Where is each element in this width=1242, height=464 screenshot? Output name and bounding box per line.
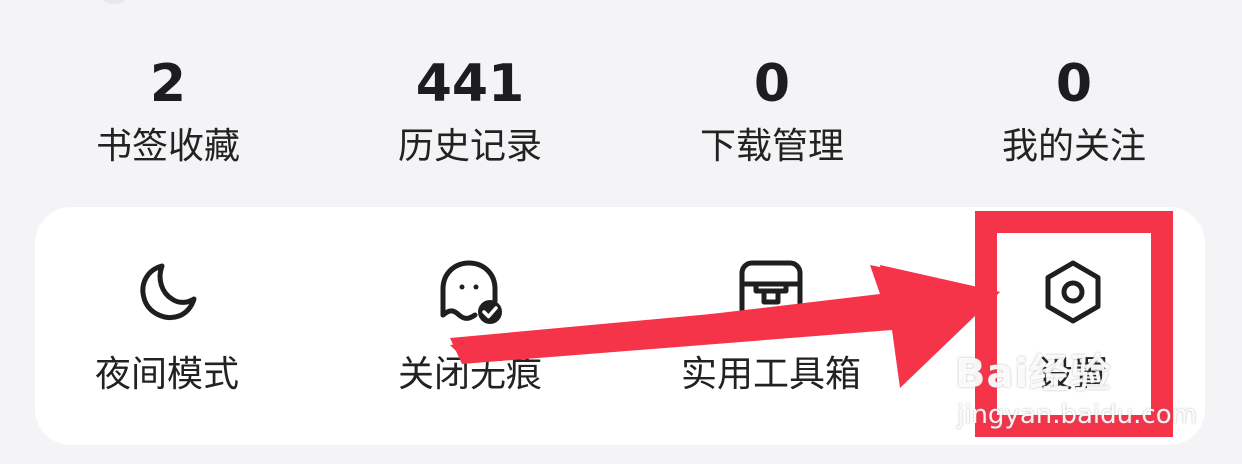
tool-label: 夜间模式 <box>94 354 239 395</box>
stat-bookmarks[interactable]: 2 书签收藏 <box>58 52 278 168</box>
stat-downloads[interactable]: 0 下载管理 <box>662 52 882 168</box>
moon-icon <box>132 257 202 327</box>
stat-value: 2 <box>149 54 187 114</box>
tool-label: 实用工具箱 <box>680 354 861 395</box>
tools-card: 夜间模式 关闭无痕 实用工具箱 设置 <box>35 207 1205 445</box>
stat-history[interactable]: 441 历史记录 <box>360 52 580 168</box>
stat-value: 0 <box>1055 54 1093 114</box>
stats-row: 2 书签收藏 441 历史记录 0 下载管理 0 我的关注 <box>0 52 1242 172</box>
tool-label: 关闭无痕 <box>397 354 542 395</box>
stat-follows[interactable]: 0 我的关注 <box>964 52 1184 168</box>
ghost-check-icon <box>435 257 505 327</box>
stat-value: 0 <box>753 54 791 114</box>
settings-hexagon-icon <box>1038 257 1108 327</box>
stat-label: 下载管理 <box>699 126 844 167</box>
stat-label: 书签收藏 <box>95 126 240 167</box>
tool-toolbox[interactable]: 实用工具箱 <box>641 207 901 445</box>
stat-label: 我的关注 <box>1001 126 1146 167</box>
stat-label: 历史记录 <box>397 126 542 167</box>
stat-value: 441 <box>415 54 525 114</box>
tool-night-mode[interactable]: 夜间模式 <box>37 207 297 445</box>
tool-settings[interactable]: 设置 <box>943 207 1203 445</box>
tool-incognito[interactable]: 关闭无痕 <box>340 207 600 445</box>
tool-label: 设置 <box>1036 354 1109 395</box>
top-fragment-shape <box>100 0 128 4</box>
toolbox-icon <box>736 257 806 327</box>
